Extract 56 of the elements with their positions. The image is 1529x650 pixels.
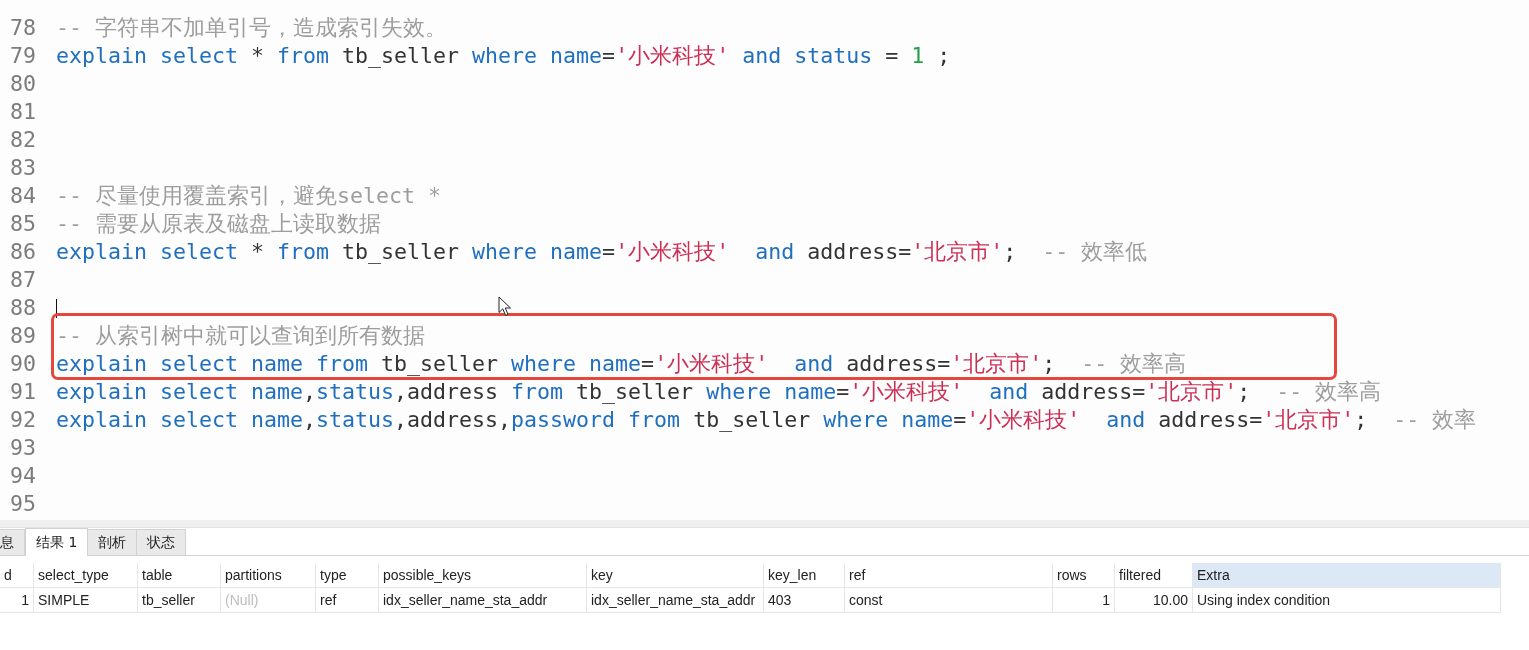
- table-cell: Using index condition: [1193, 588, 1501, 613]
- column-header[interactable]: Extra: [1193, 563, 1501, 588]
- table-cell: 10.00: [1115, 588, 1193, 613]
- code-line: -- 尽量使用覆盖索引，避免select *: [56, 185, 441, 207]
- column-header[interactable]: possible_keys: [379, 563, 587, 588]
- line-number: 91: [9, 380, 36, 404]
- line-number: 85: [9, 212, 36, 236]
- result-tab[interactable]: 状态: [137, 529, 187, 555]
- code-line: explain select name,status,address from tb_seller where name='小米科技' and address='北京市'; -- 效率高: [56, 381, 1382, 403]
- line-number: 89: [9, 324, 36, 348]
- column-header[interactable]: type: [316, 563, 379, 588]
- code-line: explain select name,status,address,password from tb_seller where name='小米科技' and address='北京市'; -- 效率: [56, 409, 1477, 431]
- table-cell: tb_seller: [138, 588, 221, 613]
- table-cell: const: [845, 588, 1053, 613]
- column-header[interactable]: key: [587, 563, 764, 588]
- result-tab[interactable]: 息: [0, 529, 25, 555]
- column-header[interactable]: rows: [1053, 563, 1115, 588]
- table-cell: (Null): [221, 588, 316, 613]
- column-header[interactable]: table: [138, 563, 221, 588]
- line-number: 92: [9, 408, 36, 432]
- line-number: 94: [9, 464, 36, 488]
- code-line: -- 字符串不加单引号，造成索引失效。: [56, 17, 447, 39]
- column-header[interactable]: partitions: [221, 563, 316, 588]
- line-number: 81: [9, 100, 36, 124]
- table-cell: SIMPLE: [34, 588, 138, 613]
- line-number: 82: [9, 128, 36, 152]
- line-number: 88: [9, 296, 36, 320]
- code-line: explain select name from tb_seller where name='小米科技' and address='北京市'; -- 效率高: [56, 353, 1187, 375]
- table-cell: 1: [0, 588, 34, 613]
- table-cell: idx_seller_name_sta_addr: [587, 588, 764, 613]
- line-number: 79: [9, 44, 36, 68]
- splitter-bar[interactable]: [0, 520, 1529, 528]
- code-line: explain select * from tb_seller where name='小米科技' and address='北京市'; -- 效率低: [56, 241, 1148, 263]
- line-number: 95: [9, 492, 36, 516]
- column-header[interactable]: ref: [845, 563, 1053, 588]
- column-header[interactable]: key_len: [764, 563, 845, 588]
- table-cell: 1: [1053, 588, 1115, 613]
- code-line: -- 需要从原表及磁盘上读取数据: [56, 213, 381, 235]
- result-tab[interactable]: 剖析: [88, 529, 138, 555]
- result-tab[interactable]: 结果 1: [25, 528, 89, 556]
- line-number: 93: [9, 436, 36, 460]
- line-number: 80: [9, 72, 36, 96]
- line-number: 86: [9, 240, 36, 264]
- table-cell: 403: [764, 588, 845, 613]
- line-number: 83: [9, 156, 36, 180]
- column-header[interactable]: select_type: [34, 563, 138, 588]
- mouse-pointer-icon: [498, 296, 512, 317]
- table-cell: idx_seller_name_sta_addr: [379, 588, 587, 613]
- line-number: 87: [9, 268, 36, 292]
- line-number: 78: [9, 16, 36, 40]
- line-number: 84: [9, 184, 36, 208]
- line-number: 90: [9, 352, 36, 376]
- table-cell: ref: [316, 588, 379, 613]
- column-header[interactable]: d: [0, 563, 34, 588]
- code-line: explain select * from tb_seller where name='小米科技' and status = 1 ;: [56, 45, 951, 67]
- code-line: -- 从索引树中就可以查询到所有数据: [56, 325, 425, 347]
